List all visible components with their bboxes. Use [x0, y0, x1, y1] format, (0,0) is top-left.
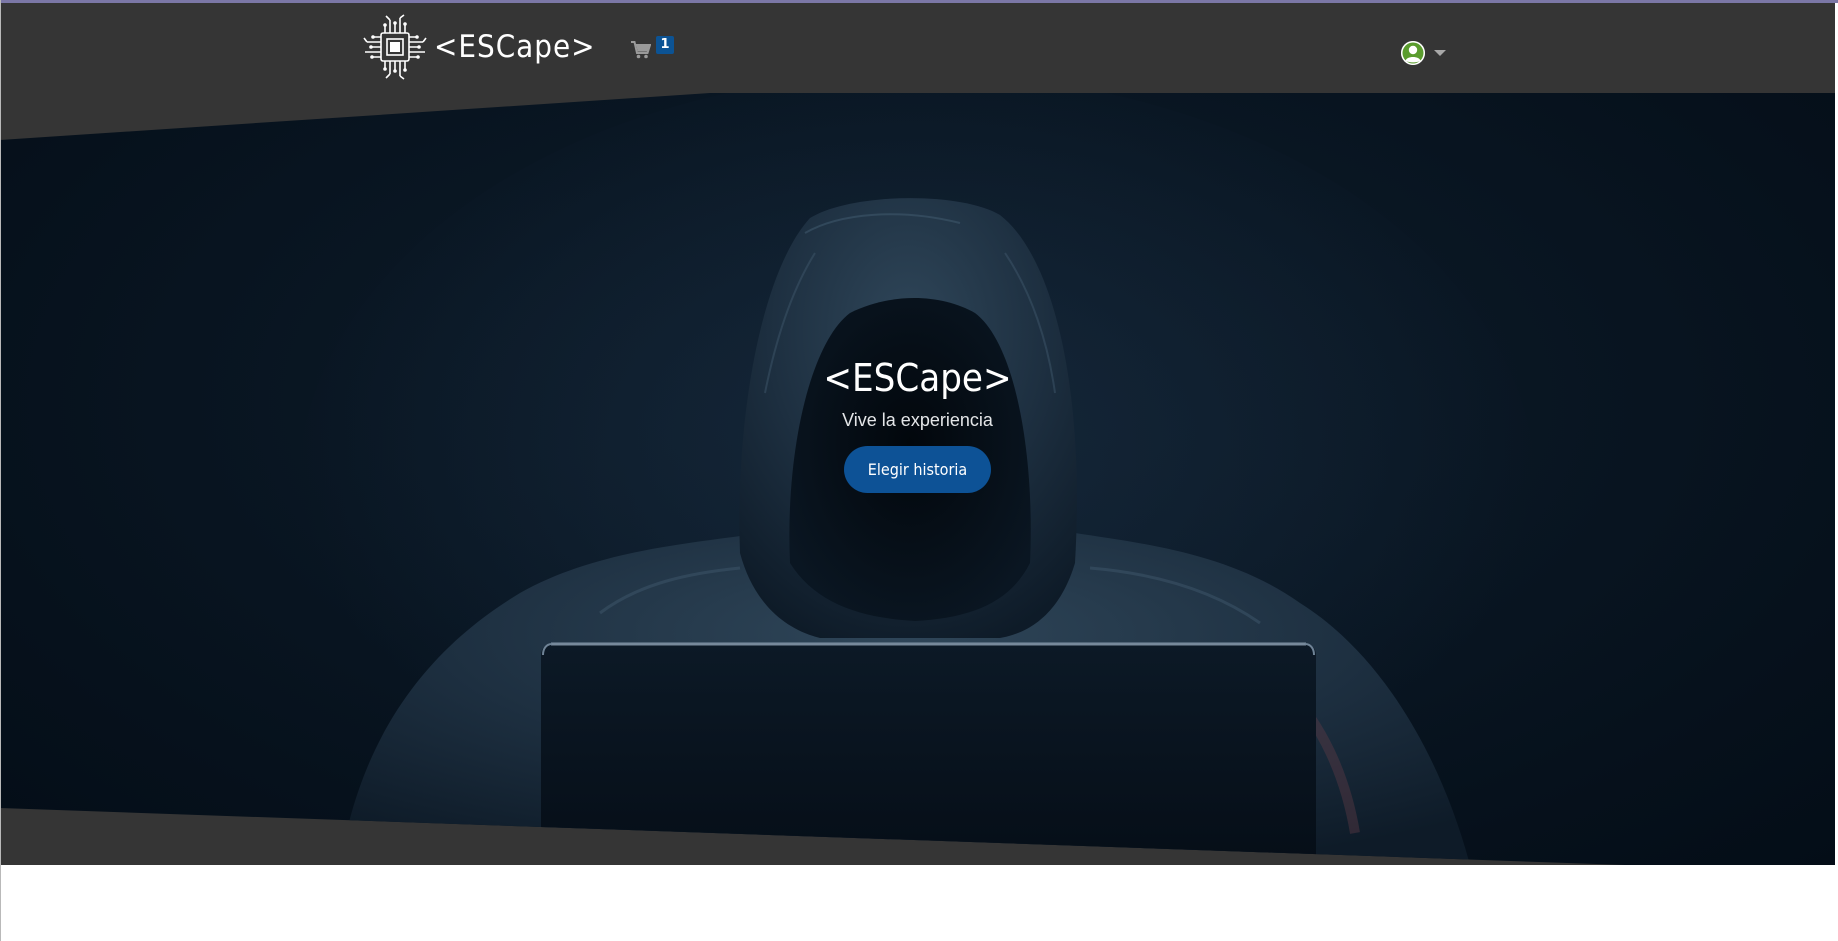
hero-banner: <ESCape> Vive la experiencia Elegir hist…: [0, 93, 1835, 865]
top-accent-bar: [0, 0, 1838, 3]
choose-story-button[interactable]: Elegir historia: [844, 446, 991, 493]
hero-title: <ESCape>: [823, 356, 1012, 400]
user-menu-toggle[interactable]: [1398, 39, 1450, 67]
top-navbar: <ESCape> 1: [0, 3, 1835, 93]
user-avatar-icon: [1401, 41, 1425, 65]
hero-content: <ESCape> Vive la experiencia Elegir hist…: [0, 355, 1835, 493]
brand-logo[interactable]: <ESCape>: [362, 14, 596, 80]
caret-down-icon: [1434, 50, 1446, 56]
page-left-edge: [0, 0, 1, 941]
landing-page: <ESCape> 1 <ESCape> Vive la experiencia …: [0, 0, 1838, 941]
hero-subtitle: Vive la experiencia: [842, 410, 993, 430]
shopping-cart-icon: [631, 41, 651, 59]
brand-logo-text: <ESCape>: [434, 29, 596, 65]
cart-count-badge: 1: [656, 36, 674, 54]
cart-button[interactable]: 1: [631, 33, 677, 67]
circuit-chip-icon: [363, 14, 427, 80]
